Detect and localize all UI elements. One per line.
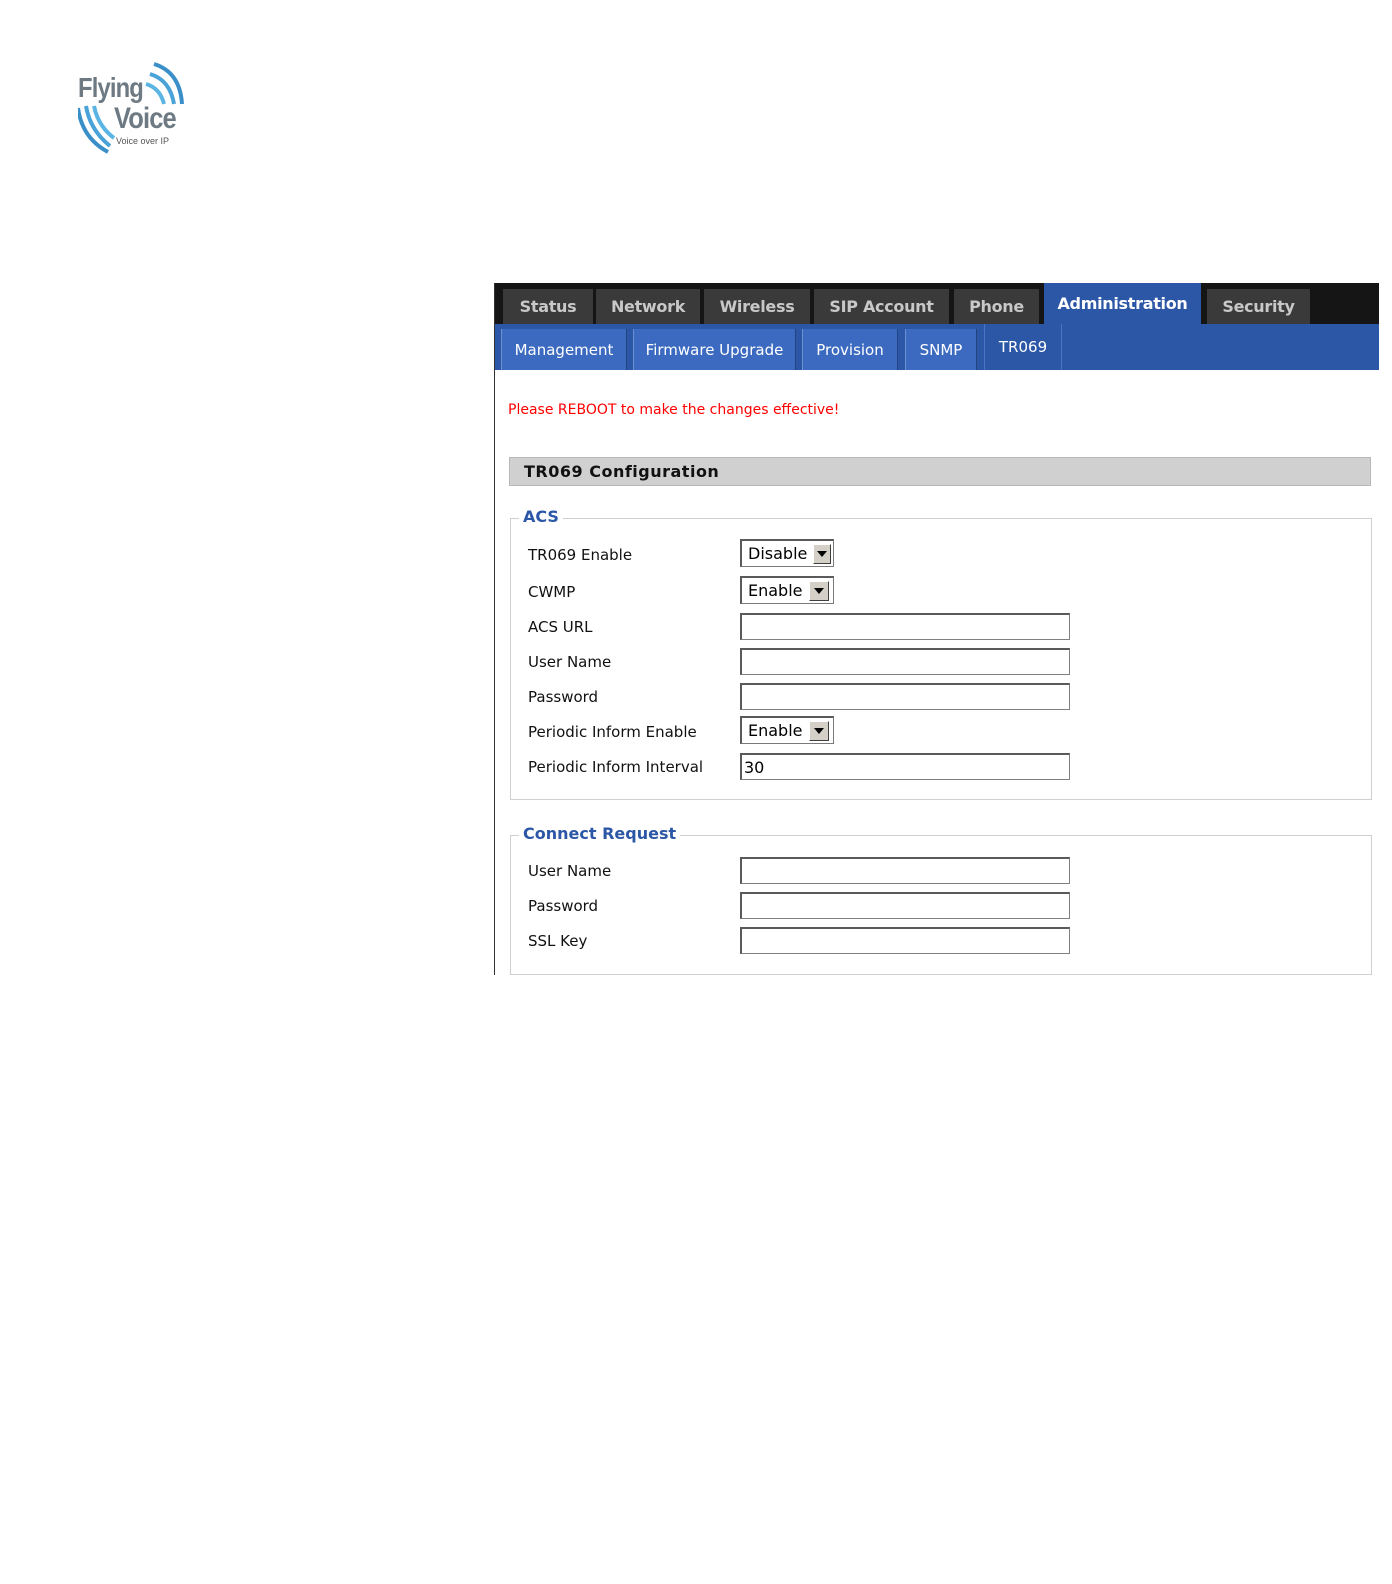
periodic-inform-interval-label: Periodic Inform Interval — [528, 758, 704, 776]
acs-password-label: Password — [528, 688, 599, 706]
chevron-down-icon[interactable] — [813, 543, 831, 564]
row-cwmp: CWMP Enable — [528, 576, 1088, 604]
acs-password-input[interactable] — [740, 683, 1070, 710]
chevron-down-icon[interactable] — [808, 720, 829, 741]
cwmp-select[interactable]: Enable — [740, 576, 834, 604]
acs-user-name-input[interactable] — [740, 648, 1070, 675]
tab-security[interactable]: Security — [1207, 289, 1310, 324]
cr-ssl-key-input[interactable] — [740, 927, 1070, 954]
cr-user-name-label: User Name — [528, 862, 612, 880]
connect-request-legend: Connect Request — [519, 824, 681, 843]
cwmp-value: Enable — [748, 581, 803, 600]
logo-tagline: Voice over IP — [116, 136, 170, 146]
periodic-inform-enable-select[interactable]: Enable — [740, 716, 834, 744]
cr-user-name-input[interactable] — [740, 857, 1070, 884]
tab-phone[interactable]: Phone — [954, 289, 1039, 324]
cr-password-label: Password — [528, 897, 599, 915]
top-nav: Status Network Wireless SIP Account Phon… — [495, 283, 1379, 324]
sub-nav: Management Firmware Upgrade Provision SN… — [495, 324, 1379, 370]
subtab-firmware-upgrade[interactable]: Firmware Upgrade — [633, 329, 796, 370]
brand-logo: Flying Voice Voice over IP — [78, 58, 190, 154]
subtab-provision[interactable]: Provision — [802, 329, 898, 370]
cr-password-input[interactable] — [740, 892, 1070, 919]
tab-administration[interactable]: Administration — [1044, 283, 1201, 324]
row-cr-user-name: User Name — [528, 857, 1088, 884]
row-cr-password: Password — [528, 892, 1088, 919]
periodic-inform-enable-value: Enable — [748, 721, 803, 740]
periodic-inform-enable-label: Periodic Inform Enable — [528, 723, 697, 741]
logo-text-flying: Flying — [78, 72, 144, 103]
cwmp-label: CWMP — [528, 583, 576, 601]
subtab-management[interactable]: Management — [501, 329, 627, 370]
reboot-notice: Please REBOOT to make the changes effect… — [508, 402, 840, 418]
row-periodic-inform-enable: Periodic Inform Enable Enable — [528, 716, 1088, 744]
acs-user-name-label: User Name — [528, 653, 612, 671]
subtab-snmp[interactable]: SNMP — [905, 329, 977, 370]
row-acs-url: ACS URL — [528, 613, 1088, 640]
row-periodic-inform-interval: Periodic Inform Interval — [528, 753, 1088, 780]
chevron-down-icon[interactable] — [808, 580, 829, 601]
tab-network[interactable]: Network — [596, 289, 700, 324]
row-acs-password: Password — [528, 683, 1088, 710]
tr069-enable-value: Disable — [748, 544, 808, 563]
row-tr069-enable: TR069 Enable Disable — [528, 539, 1088, 567]
tr069-enable-select[interactable]: Disable — [740, 539, 834, 567]
tab-wireless[interactable]: Wireless — [704, 289, 810, 324]
section-title: TR069 Configuration — [509, 457, 1371, 486]
connect-request-group: Connect Request User Name Password SSL K… — [510, 824, 1372, 975]
row-acs-user-name: User Name — [528, 648, 1088, 675]
logo-text-voice: Voice — [114, 102, 177, 135]
admin-panel: Status Network Wireless SIP Account Phon… — [494, 283, 1379, 975]
row-cr-ssl-key: SSL Key — [528, 927, 1088, 954]
acs-group: ACS TR069 Enable Disable CWMP Enable ACS… — [510, 507, 1372, 800]
tr069-enable-label: TR069 Enable — [528, 546, 633, 564]
acs-legend: ACS — [519, 507, 563, 526]
tab-sip-account[interactable]: SIP Account — [814, 289, 949, 324]
acs-url-input[interactable] — [740, 613, 1070, 640]
periodic-inform-interval-input[interactable] — [740, 753, 1070, 780]
acs-url-label: ACS URL — [528, 618, 593, 636]
tab-status[interactable]: Status — [503, 289, 593, 324]
cr-ssl-key-label: SSL Key — [528, 932, 588, 950]
subtab-tr069[interactable]: TR069 — [984, 324, 1062, 370]
